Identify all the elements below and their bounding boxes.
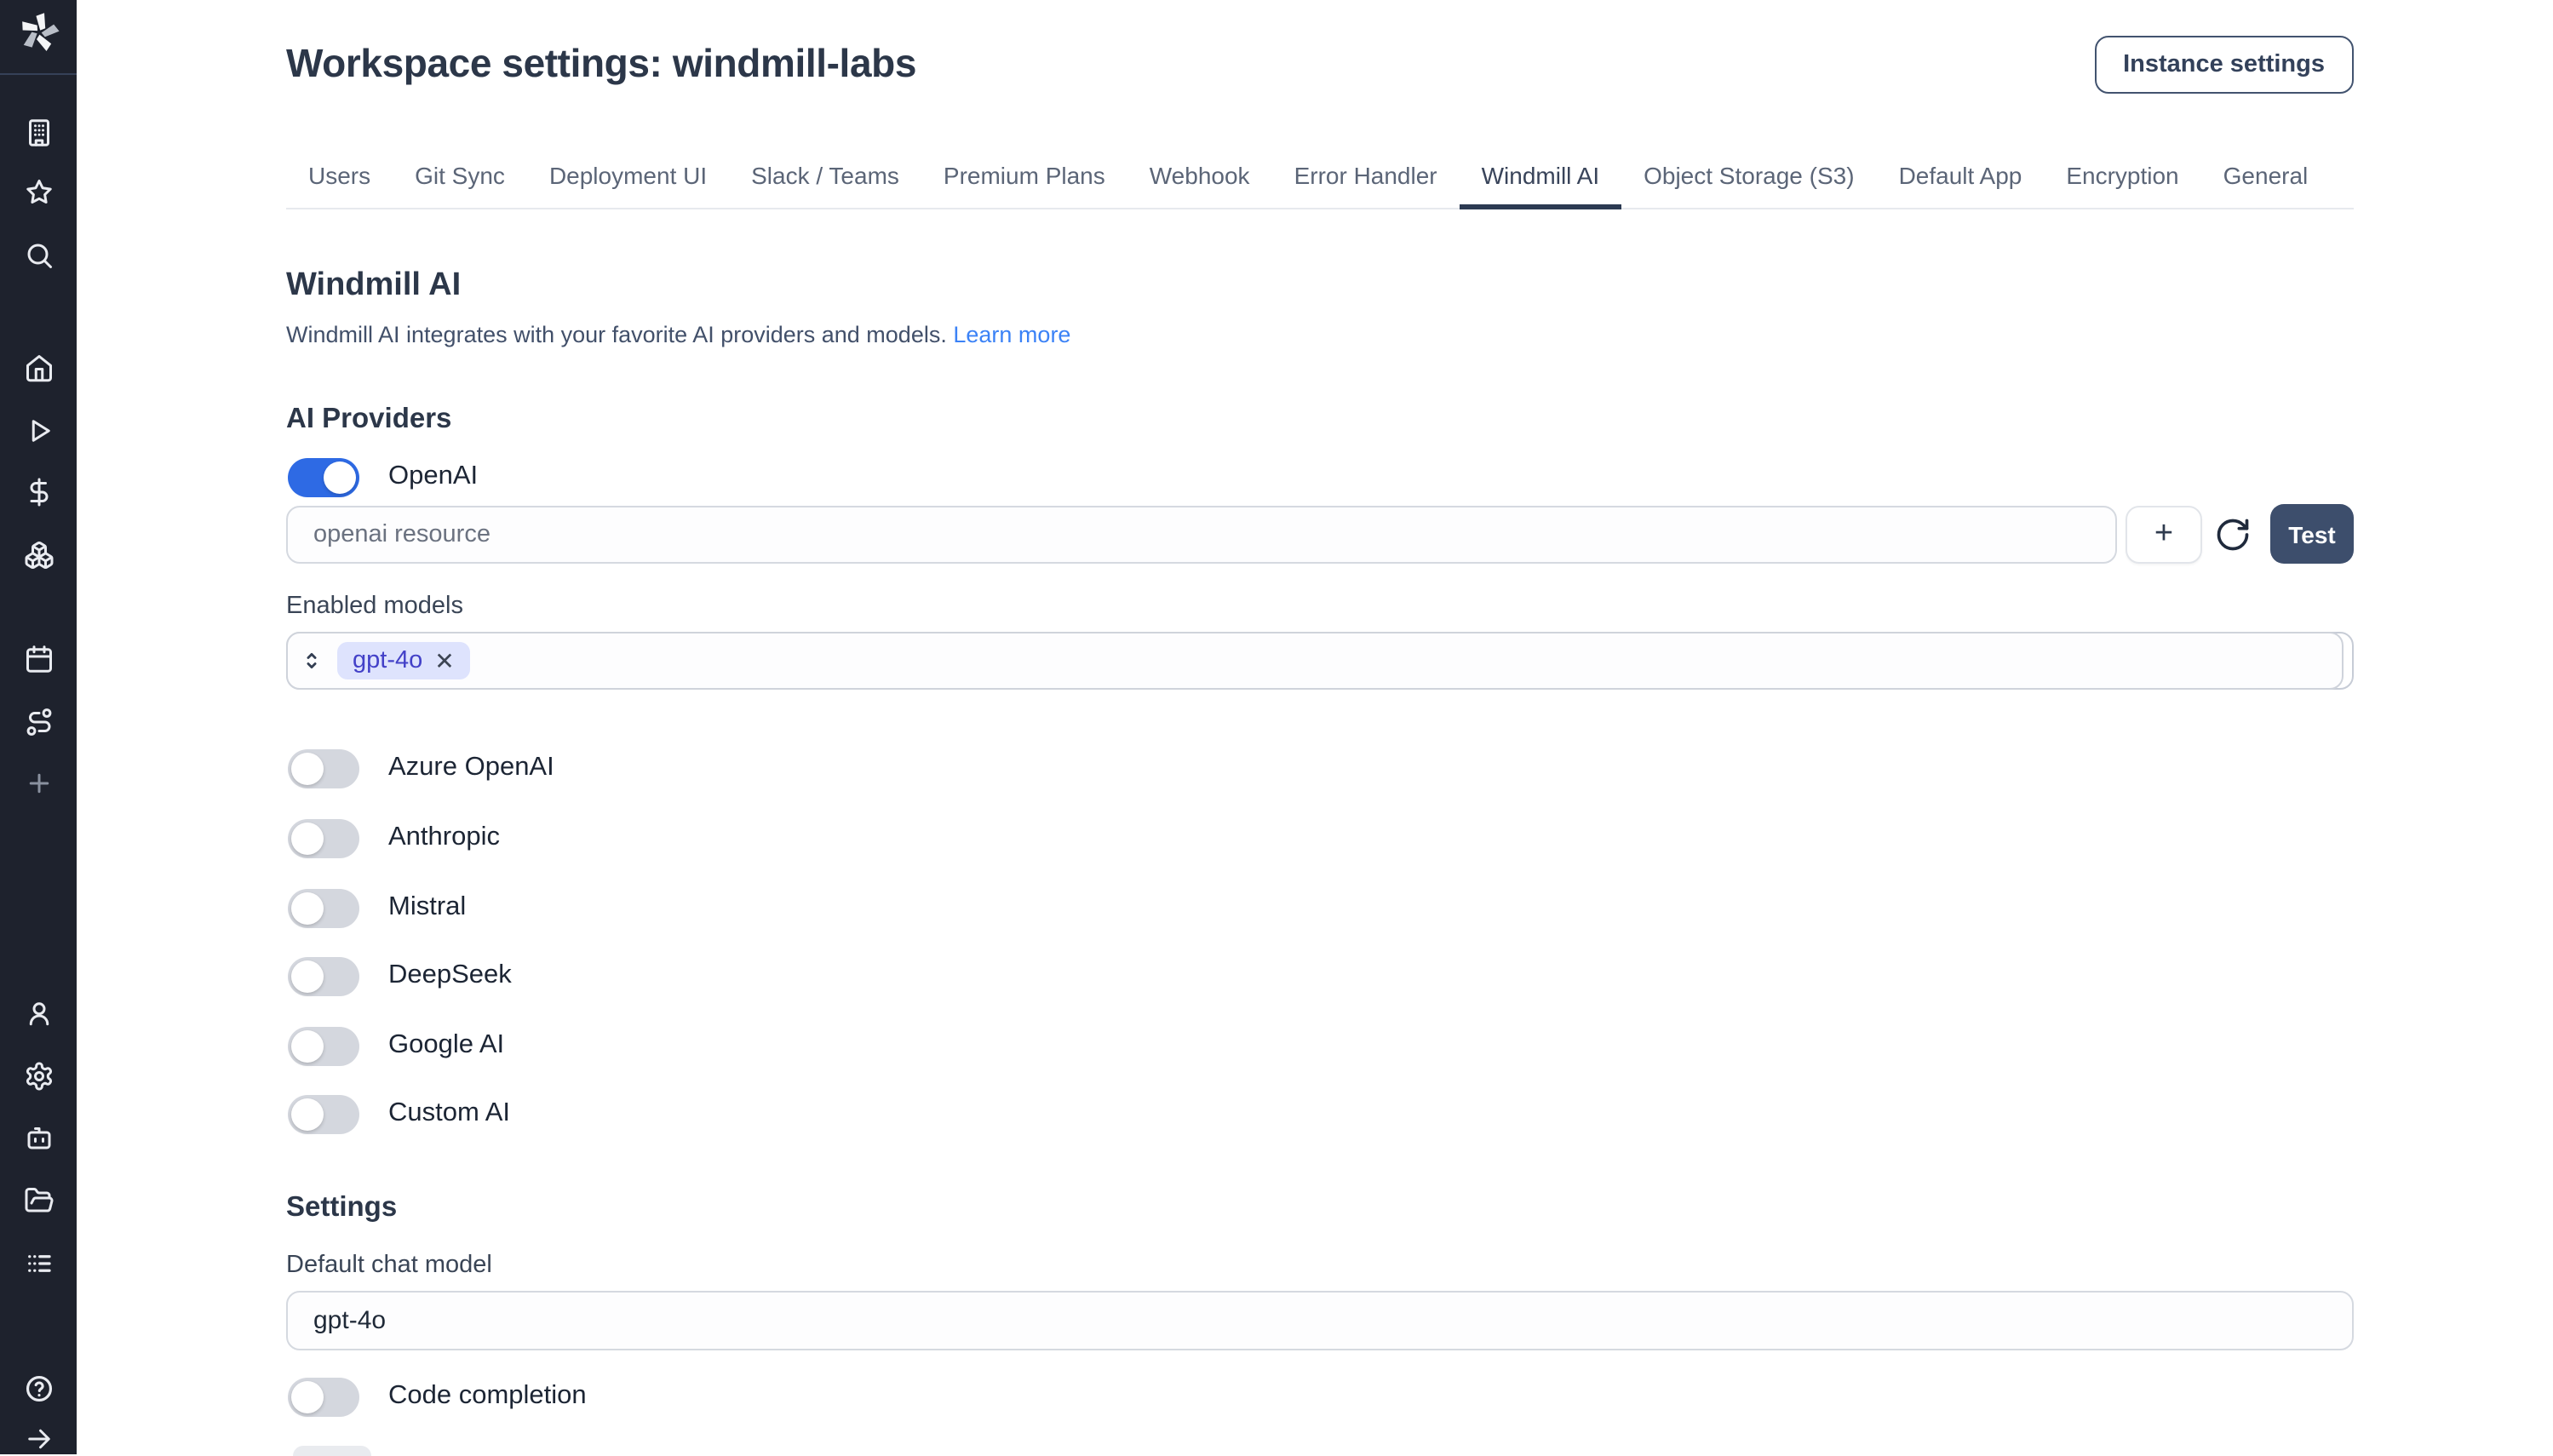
anthropic-toggle[interactable] <box>288 818 359 857</box>
page-title: Workspace settings: windmill-labs <box>286 41 916 87</box>
tab-object-storage[interactable]: Object Storage (S3) <box>1621 148 1876 208</box>
tab-webhook[interactable]: Webhook <box>1127 148 1272 208</box>
enabled-models-multiselect[interactable]: gpt-4o ✕ <box>286 632 2354 690</box>
toggle-knob <box>291 822 324 854</box>
tab-deployment-ui[interactable]: Deployment UI <box>527 148 729 208</box>
user-icon[interactable] <box>23 998 54 1029</box>
settings-heading: Settings <box>286 1192 397 1224</box>
routes-icon[interactable] <box>23 707 54 737</box>
default-chat-model-input[interactable] <box>286 1291 2354 1350</box>
settings-tabs: Users Git Sync Deployment UI Slack / Tea… <box>286 148 2354 209</box>
provider-row-custom-ai: Custom AI <box>288 1093 510 1134</box>
learn-more-link[interactable]: Learn more <box>953 322 1070 347</box>
provider-name: DeepSeek <box>388 960 512 991</box>
openai-resource-input[interactable] <box>286 506 2117 564</box>
remove-model-icon[interactable]: ✕ <box>434 649 454 673</box>
tab-users[interactable]: Users <box>286 148 393 208</box>
sort-chevrons-icon[interactable] <box>300 645 324 676</box>
model-tag: gpt-4o ✕ <box>337 642 470 679</box>
ai-providers-heading: AI Providers <box>286 404 451 436</box>
provider-row-google-ai: Google AI <box>288 1025 504 1066</box>
deepseek-toggle[interactable] <box>288 956 359 995</box>
custom-ai-toggle[interactable] <box>288 1094 359 1133</box>
tab-premium-plans[interactable]: Premium Plans <box>921 148 1127 208</box>
code-completion-row: Code completion <box>288 1376 587 1417</box>
windmill-ai-heading: Windmill AI <box>286 267 461 305</box>
cutoff-toggle-peek <box>293 1446 371 1456</box>
search-icon[interactable] <box>23 240 54 271</box>
add-plus-icon[interactable] <box>23 768 54 799</box>
provider-row-azure-openai: Azure OpenAI <box>288 748 554 788</box>
instance-settings-button[interactable]: Instance settings <box>2094 36 2354 94</box>
provider-row-deepseek: DeepSeek <box>288 955 512 996</box>
windmill-ai-description: Windmill AI integrates with your favorit… <box>286 322 1070 347</box>
provider-row-openai: OpenAI <box>288 456 478 497</box>
toggle-knob <box>291 752 324 784</box>
google-ai-toggle[interactable] <box>288 1026 359 1065</box>
help-icon[interactable] <box>22 1373 55 1405</box>
home-icon[interactable] <box>23 353 54 383</box>
provider-name: Azure OpenAI <box>388 753 554 783</box>
toggle-knob <box>324 461 356 493</box>
workspace-building-icon[interactable] <box>23 118 54 148</box>
default-chat-model-label: Default chat model <box>286 1252 492 1279</box>
tab-error-handler[interactable]: Error Handler <box>1272 148 1460 208</box>
azure-openai-toggle[interactable] <box>288 748 359 788</box>
code-completion-label: Code completion <box>388 1381 587 1412</box>
multiselect-inner: gpt-4o ✕ <box>286 632 2344 690</box>
test-button[interactable]: Test <box>2270 504 2354 564</box>
tab-default-app[interactable]: Default App <box>1877 148 2045 208</box>
toggle-knob <box>291 1098 324 1130</box>
toggle-knob <box>291 960 324 992</box>
tab-slack-teams[interactable]: Slack / Teams <box>729 148 921 208</box>
description-text: Windmill AI integrates with your favorit… <box>286 322 947 347</box>
add-resource-button[interactable]: + <box>2126 506 2202 564</box>
refresh-icon[interactable] <box>2214 516 2252 553</box>
variables-dollar-icon[interactable] <box>23 477 54 507</box>
code-completion-toggle[interactable] <box>288 1377 359 1416</box>
model-tag-label: gpt-4o <box>353 647 422 674</box>
settings-gear-icon[interactable] <box>23 1061 54 1092</box>
enabled-models-label: Enabled models <box>286 593 463 620</box>
schedules-calendar-icon[interactable] <box>23 644 54 674</box>
sidebar <box>0 0 77 1454</box>
resources-boxes-icon[interactable] <box>23 540 54 570</box>
sidebar-divider <box>0 73 77 75</box>
tab-encryption[interactable]: Encryption <box>2044 148 2200 208</box>
provider-row-anthropic: Anthropic <box>288 817 500 858</box>
favorites-star-icon[interactable] <box>23 177 54 208</box>
tab-git-sync[interactable]: Git Sync <box>393 148 527 208</box>
provider-name: Mistral <box>388 892 466 923</box>
windmill-logo-icon[interactable] <box>18 12 59 53</box>
toggle-knob <box>291 1380 324 1413</box>
folders-icon[interactable] <box>23 1185 54 1216</box>
provider-row-mistral: Mistral <box>288 887 466 928</box>
tab-windmill-ai[interactable]: Windmill AI <box>1460 148 1621 208</box>
toggle-knob <box>291 891 324 924</box>
list-icon[interactable] <box>23 1248 54 1279</box>
ai-bot-icon[interactable] <box>23 1122 54 1153</box>
openai-toggle[interactable] <box>288 457 359 496</box>
provider-name: Custom AI <box>388 1098 510 1129</box>
toggle-knob <box>291 1029 324 1062</box>
provider-name: Google AI <box>388 1030 504 1061</box>
workspace-settings-page: Workspace settings: windmill-labs Instan… <box>0 0 2553 1454</box>
expand-arrow-icon[interactable] <box>23 1424 54 1454</box>
provider-name: Anthropic <box>388 823 500 853</box>
provider-name: OpenAI <box>388 461 478 492</box>
tab-general[interactable]: General <box>2201 148 2331 208</box>
mistral-toggle[interactable] <box>288 888 359 927</box>
runs-play-icon[interactable] <box>23 416 54 446</box>
